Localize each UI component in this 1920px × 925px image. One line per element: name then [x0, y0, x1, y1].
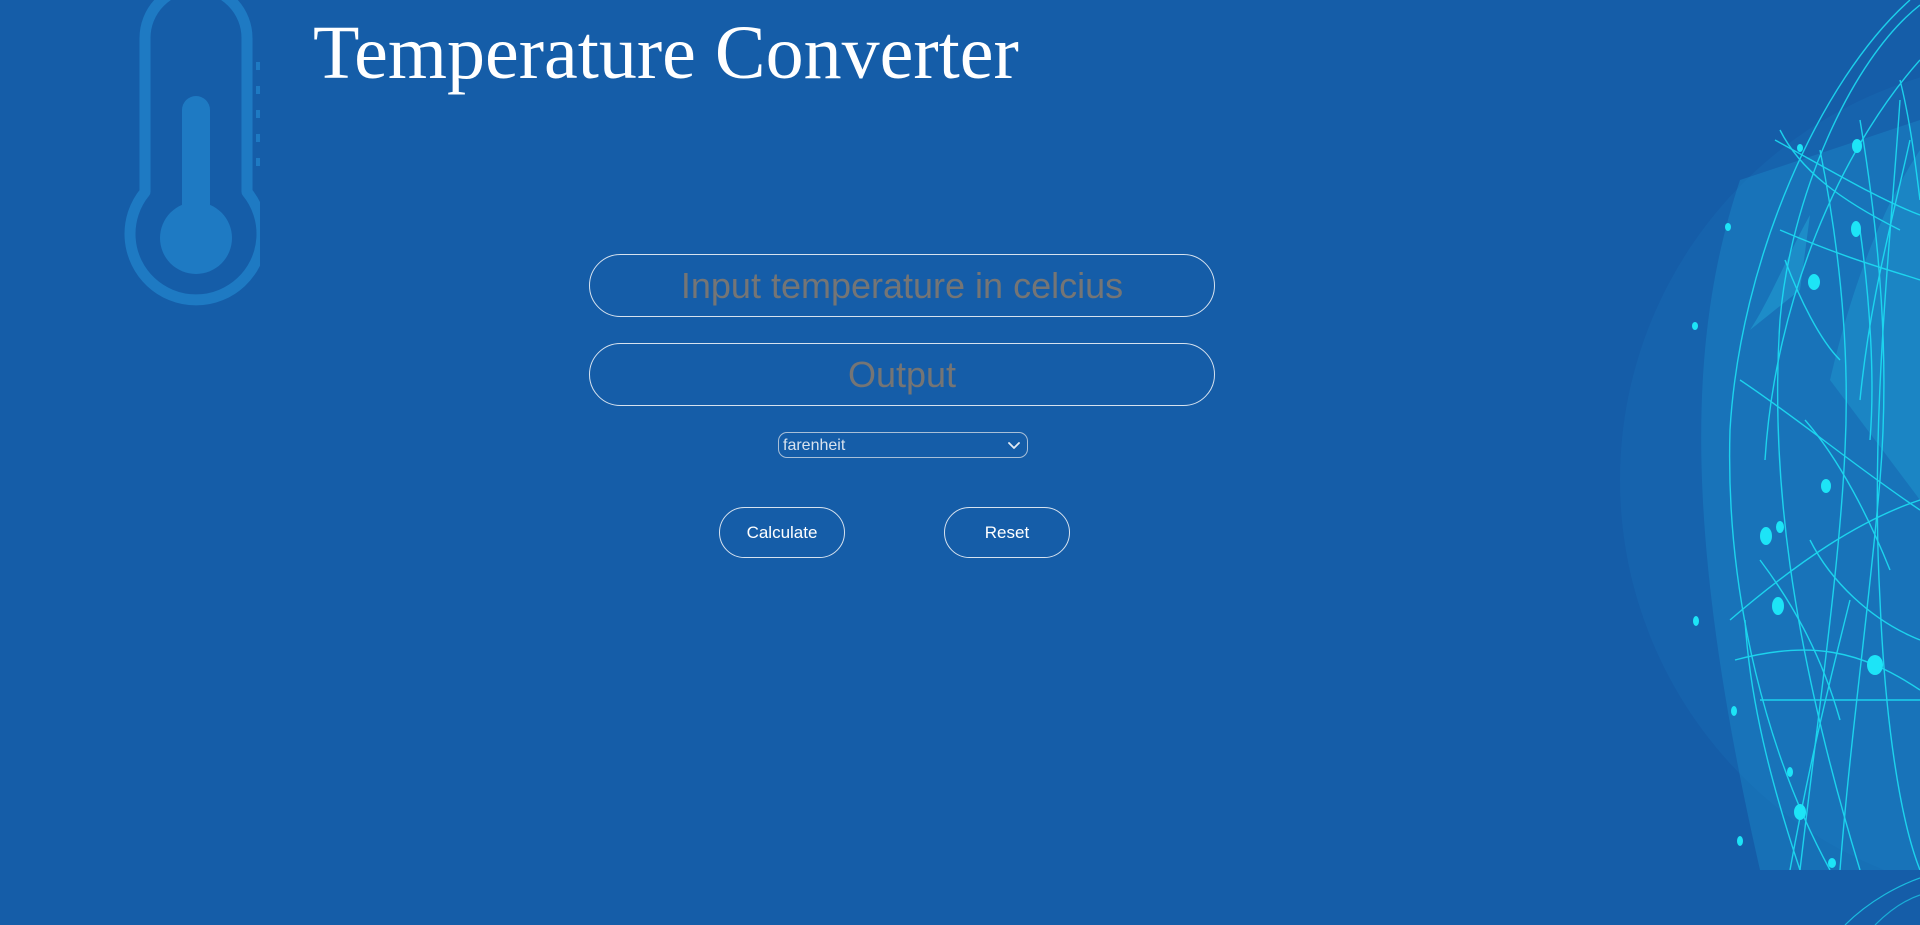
reset-button[interactable]: Reset	[944, 507, 1070, 558]
thermometer-icon	[124, 0, 260, 306]
network-globe-graphic	[1620, 0, 1920, 925]
page: Temperature Converter farenheit Calculat…	[0, 0, 1920, 925]
page-title: Temperature Converter	[313, 11, 1019, 95]
celsius-input[interactable]	[589, 254, 1215, 317]
unit-select[interactable]: farenheit	[778, 432, 1028, 458]
calculate-button[interactable]: Calculate	[719, 507, 845, 558]
output-field[interactable]	[589, 343, 1215, 406]
